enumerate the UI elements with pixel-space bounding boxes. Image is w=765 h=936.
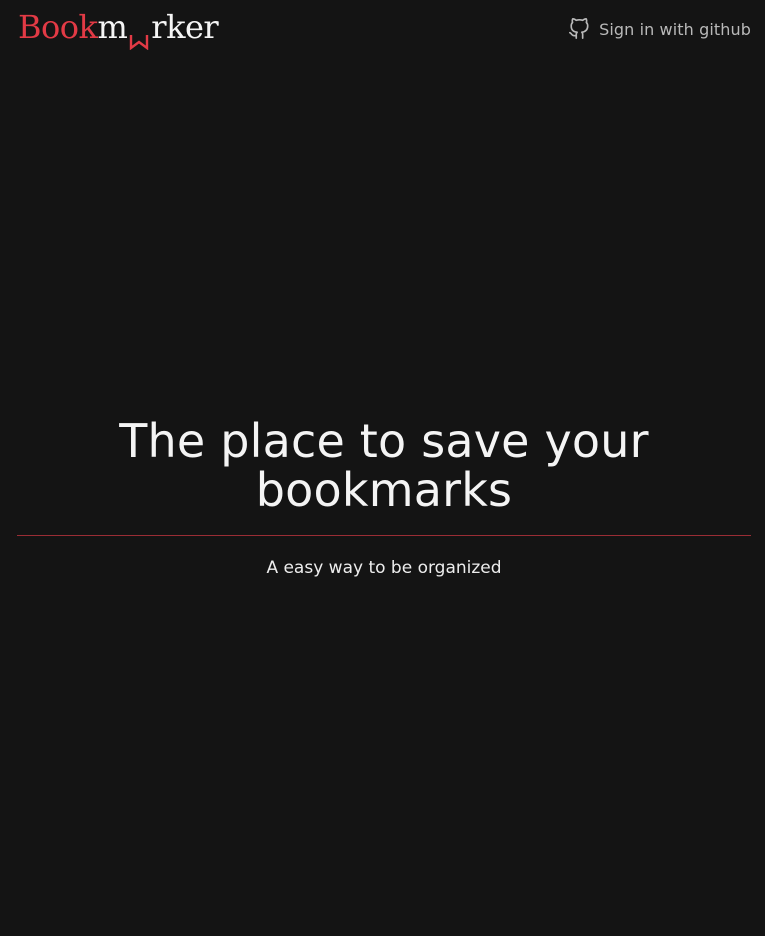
sign-in-label: Sign in with github [599,19,751,39]
hero-divider [17,535,751,536]
sign-in-github-button[interactable]: Sign in with github [568,16,751,42]
top-bar: Book m rker Sign in with github [0,0,765,58]
bookmark-icon [128,21,150,51]
logo-m-text: m [97,8,128,46]
logo-rker-text: rker [151,8,219,46]
hero-title: The place to save your bookmarks [119,414,649,517]
github-icon [568,18,590,40]
hero-section: The place to save your bookmarks [17,417,751,515]
logo-book-text: Book [18,8,98,46]
app-logo[interactable]: Book m rker [18,8,219,51]
hero-subtitle: A easy way to be organized [266,558,502,578]
